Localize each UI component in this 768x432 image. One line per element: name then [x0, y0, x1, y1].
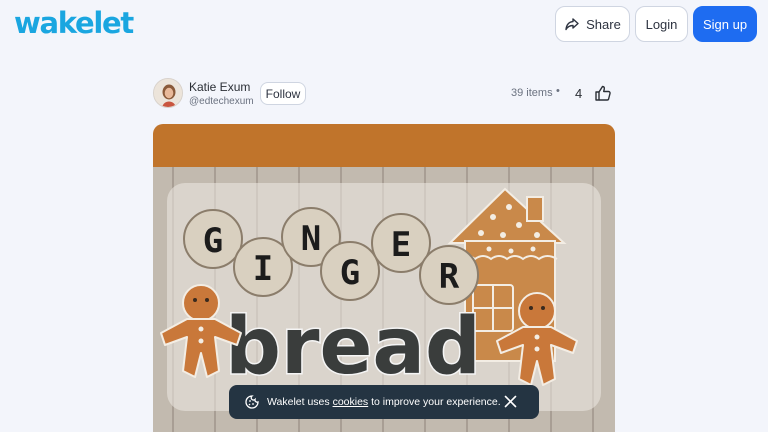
signup-button[interactable]: Sign up [693, 6, 757, 42]
login-button[interactable]: Login [635, 6, 688, 42]
login-label: Login [645, 16, 678, 32]
follow-label: Follow [265, 86, 301, 101]
cookie-message: Wakelet uses cookies to improve your exp… [267, 396, 501, 408]
svg-text:G: G [340, 253, 360, 293]
thumbs-up-icon[interactable] [594, 84, 612, 102]
avatar-image [154, 79, 182, 107]
author-name[interactable]: Katie Exum [189, 80, 250, 94]
share-button[interactable]: Share [555, 6, 630, 42]
avatar[interactable] [153, 78, 183, 108]
svg-text:I: I [253, 249, 273, 289]
cookie-text-after: to improve your experience. [368, 396, 501, 408]
top-bar: wakelet Share Login Sign up [0, 0, 768, 48]
svg-text:R: R [439, 257, 460, 297]
cookie-text-before: Wakelet uses [267, 396, 333, 408]
cookies-link[interactable]: cookies [333, 396, 369, 408]
cookie-banner: Wakelet uses cookies to improve your exp… [229, 385, 539, 419]
svg-text:bread: bread [225, 302, 481, 392]
follow-button[interactable]: Follow [260, 82, 306, 105]
items-count: 39 items [511, 87, 553, 99]
share-label: Share [586, 16, 621, 32]
wakelet-logo[interactable]: wakelet [14, 6, 134, 40]
close-icon[interactable] [504, 395, 517, 408]
share-icon [565, 18, 579, 31]
signup-label: Sign up [702, 16, 748, 32]
svg-text:E: E [391, 225, 411, 265]
svg-text:G: G [203, 221, 223, 261]
separator-dot: • [556, 85, 560, 97]
likes-count: 4 [575, 86, 583, 101]
cookie-icon [245, 395, 259, 409]
author-handle[interactable]: @edtechexum [189, 96, 254, 107]
svg-text:N: N [301, 219, 321, 259]
